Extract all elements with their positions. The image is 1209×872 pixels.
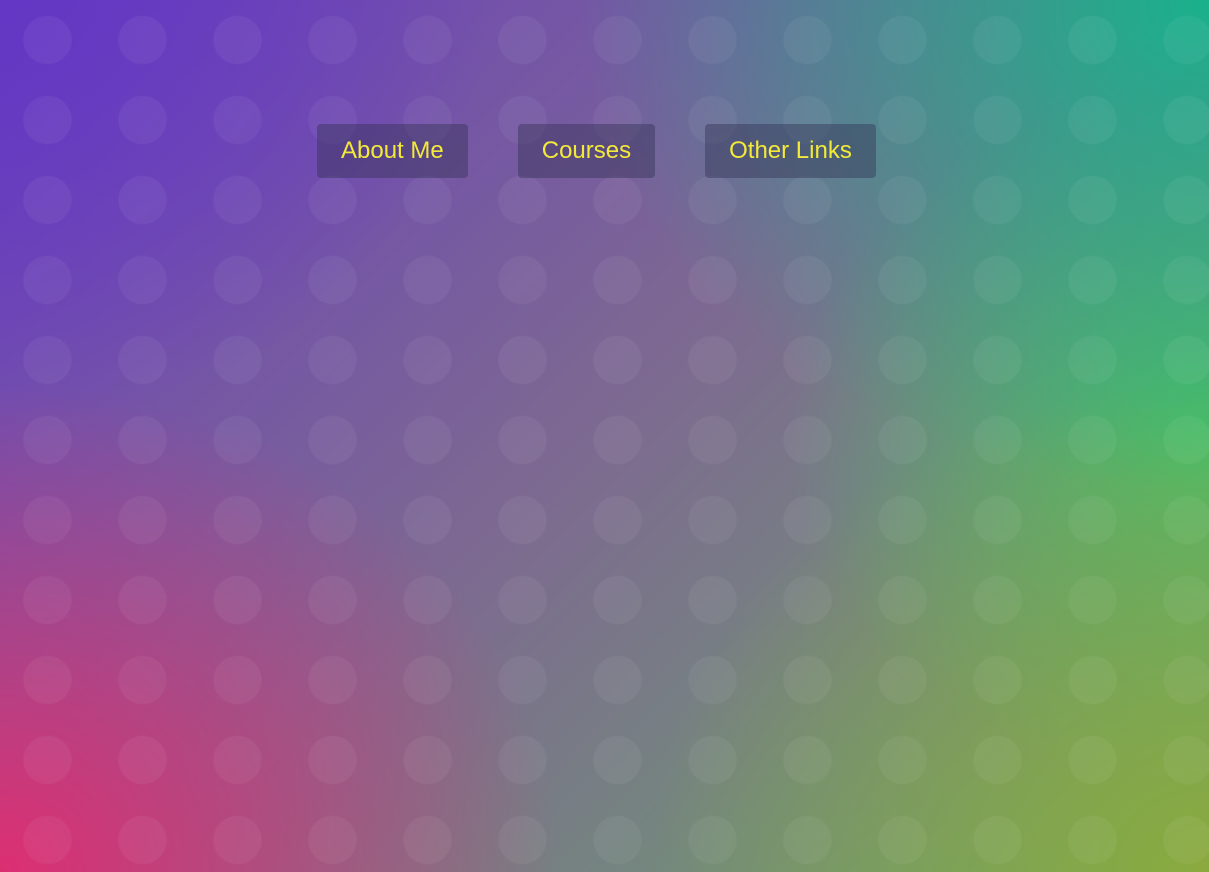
courses-button[interactable]: Courses [517,124,656,178]
other-links-button[interactable]: Other Links [705,124,876,178]
top-navigation: About Me Courses Other Links [317,124,876,178]
about-me-button[interactable]: About Me [317,124,468,178]
